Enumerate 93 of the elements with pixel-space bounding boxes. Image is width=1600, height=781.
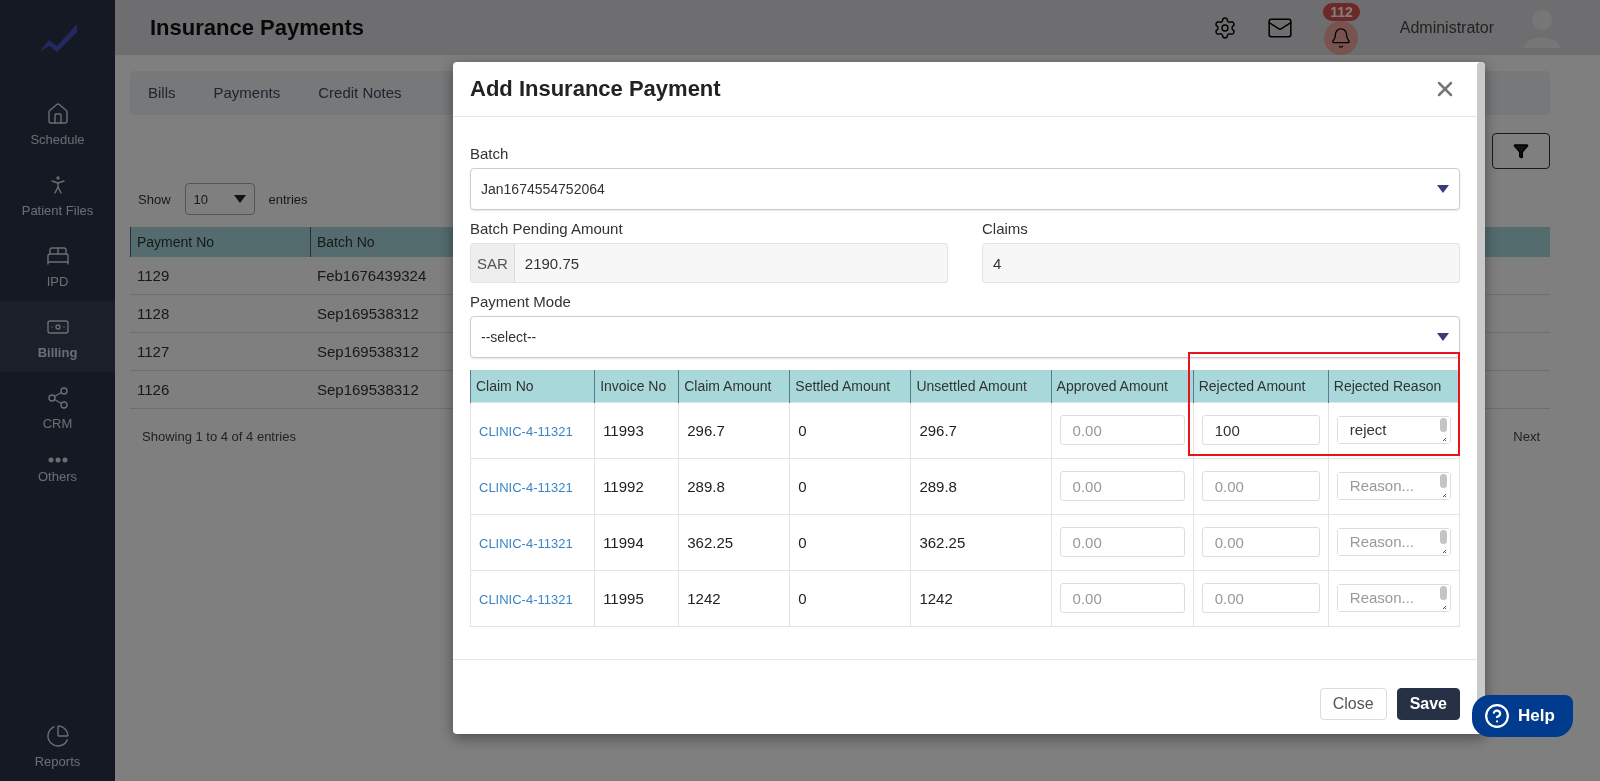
column-header: Approved Amount <box>1051 370 1194 402</box>
column-header: Unsettled Amount <box>910 370 1052 402</box>
column-header: Claim No <box>470 370 595 402</box>
scrollbar-drawing <box>1440 585 1448 611</box>
entries-label: entries <box>268 191 308 207</box>
dialog-title: Add Insurance Payment <box>470 76 721 102</box>
amount-field[interactable]: 0.00 <box>1201 583 1320 613</box>
sidebar-item[interactable]: Reports <box>0 710 115 781</box>
column-header: Settled Amount <box>789 370 911 402</box>
bed-icon <box>45 244 70 268</box>
column-header: Invoice No <box>594 370 679 402</box>
column-header: Rejected Amount <box>1193 370 1329 402</box>
settings-icon[interactable] <box>1213 15 1238 40</box>
table-cell: Feb1676439324 <box>317 267 427 284</box>
table-cell: 289.8 <box>910 458 1052 514</box>
reason-field[interactable]: Reason... <box>1336 584 1451 612</box>
table-cell: 1242 <box>910 570 1052 626</box>
logo-icon <box>36 22 79 54</box>
amount-field[interactable]: 0.00 <box>1059 583 1185 613</box>
table-cell: 0 <box>789 402 911 458</box>
table-cell: 362.25 <box>678 514 790 570</box>
sidebar-item[interactable]: Billing <box>0 301 115 372</box>
table-cell: 1128 <box>137 305 170 322</box>
table-cell: 296.7 <box>910 402 1052 458</box>
filter-button[interactable] <box>1492 133 1550 169</box>
amount-field[interactable]: 0.00 <box>1059 415 1185 445</box>
home-icon <box>45 102 70 126</box>
tab[interactable]: Credit Notes <box>318 79 402 107</box>
table-cell: 1242 <box>678 570 790 626</box>
column-header: Rejected Reason <box>1328 370 1460 402</box>
column-header: Payment No <box>130 227 310 257</box>
tab[interactable]: Bills <box>148 79 176 107</box>
amount-field[interactable]: 100 <box>1201 415 1320 445</box>
page-title: Insurance Payments <box>150 14 365 41</box>
batch-select[interactable]: Jan1674554752064 <box>470 168 1460 210</box>
pending-amount-field[interactable]: SAR 2190.75 <box>470 243 948 283</box>
notification-button[interactable] <box>1324 21 1359 55</box>
sidebar-item[interactable]: Schedule <box>0 88 115 159</box>
amount-field[interactable]: 0.00 <box>1059 471 1185 501</box>
sidebar-item[interactable]: Others <box>0 443 115 496</box>
table-cell: 0 <box>789 458 911 514</box>
table-cell: 0 <box>789 570 911 626</box>
user-name[interactable]: Administrator <box>1399 18 1494 37</box>
table-cell: 11994 <box>594 514 679 570</box>
bell-icon <box>1330 27 1353 49</box>
column-header: Claim Amount <box>678 370 790 402</box>
network-icon <box>45 386 70 410</box>
caret-icon <box>233 195 246 203</box>
field-label: Payment Mode <box>470 293 572 310</box>
amount-field[interactable]: 0.00 <box>1201 471 1320 501</box>
payment-mode-select[interactable]: --select-- <box>470 316 1460 358</box>
amount-field[interactable]: 0.00 <box>1201 527 1320 557</box>
help-button[interactable]: Help <box>1472 695 1573 737</box>
table-cell: 11993 <box>594 402 679 458</box>
sidebar-item[interactable]: IPD <box>0 230 115 301</box>
scrollbar-drawing <box>1440 529 1448 555</box>
more-icon <box>47 457 68 463</box>
filter-icon <box>1513 143 1529 159</box>
page-size-select[interactable]: 10 <box>184 183 255 215</box>
sidebar-item[interactable]: CRM <box>0 372 115 443</box>
reason-field[interactable]: reject <box>1336 416 1451 444</box>
table-cell: 0 <box>789 514 911 570</box>
next-link[interactable]: Next <box>1513 429 1540 444</box>
table-cell: 296.7 <box>678 402 790 458</box>
table-cell: Sep169538312 <box>317 305 419 322</box>
sidebar-item[interactable]: Patient Files <box>0 159 115 230</box>
table-cell: 1126 <box>137 381 170 398</box>
scrollbar-drawing <box>1440 473 1448 499</box>
save-button[interactable]: Save <box>1396 687 1460 720</box>
tab[interactable]: Payments <box>213 79 281 107</box>
table-cell: 11992 <box>594 458 679 514</box>
reason-field[interactable]: Reason... <box>1336 528 1451 556</box>
table-cell: 1129 <box>137 267 170 284</box>
amount-field[interactable]: 0.00 <box>1059 527 1185 557</box>
table-info: Showing 1 to 4 of 4 entries <box>142 429 296 444</box>
scrollbar-drawing <box>1440 417 1448 443</box>
claims-field[interactable]: 4 <box>982 243 1460 283</box>
notification-badge: 112 <box>1323 3 1360 21</box>
table-cell: 1127 <box>137 343 170 360</box>
table-cell: 289.8 <box>678 458 790 514</box>
table-cell: 362.25 <box>910 514 1052 570</box>
table-cell: Sep169538312 <box>317 381 419 398</box>
pie-chart-icon <box>45 724 70 748</box>
currency-label: SAR <box>471 244 515 282</box>
table-cell: Sep169538312 <box>317 343 419 360</box>
help-icon <box>1484 703 1510 729</box>
field-label: Batch <box>470 145 510 162</box>
show-label: Show <box>138 191 171 207</box>
caret-icon <box>1437 185 1449 193</box>
caret-icon <box>1437 333 1449 341</box>
close-button[interactable]: Close <box>1319 687 1387 720</box>
table-cell: 11995 <box>594 570 679 626</box>
reason-field[interactable]: Reason... <box>1336 472 1451 500</box>
